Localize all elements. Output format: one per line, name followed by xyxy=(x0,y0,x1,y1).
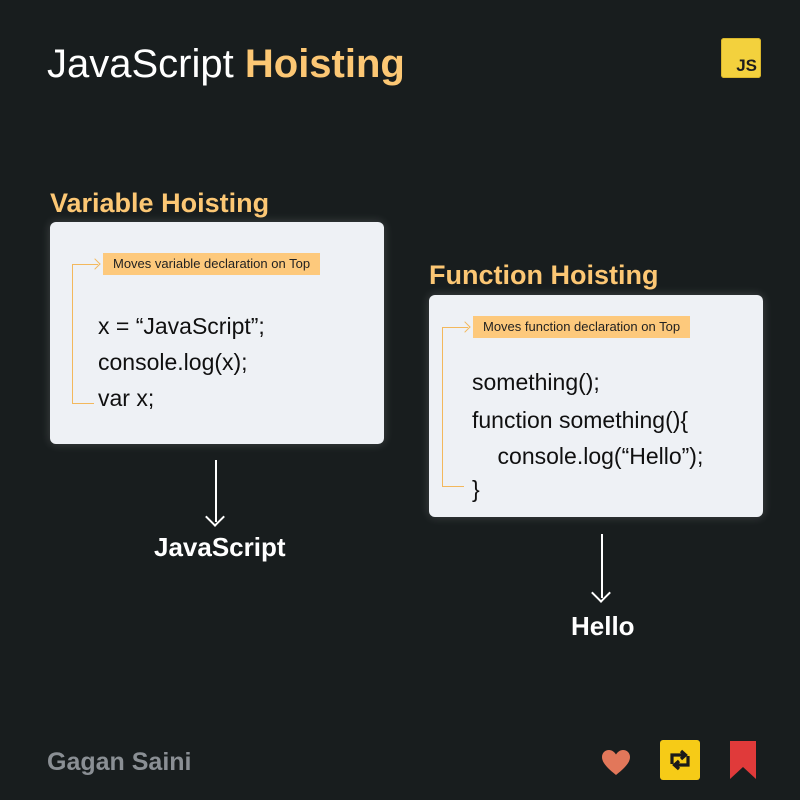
function-hoisting-title: Function Hoisting xyxy=(429,260,659,290)
code-block: x = “JavaScript”; console.log(x); var x; xyxy=(98,308,265,416)
code-line: } xyxy=(472,476,480,502)
variable-hoisting-card: Moves variable declaration on Top x = “J… xyxy=(50,222,384,444)
repost-icon[interactable] xyxy=(660,740,700,780)
function-hoisting-card: Moves function declaration on Top someth… xyxy=(429,295,763,517)
hoist-note-badge: Moves variable declaration on Top xyxy=(103,253,321,275)
author-name: Gagan Saini xyxy=(47,748,192,776)
code-line: x = “JavaScript”; xyxy=(98,313,265,339)
code-line: var x; xyxy=(98,385,155,411)
hoist-bracket-bottom xyxy=(442,486,464,487)
hoist-note-badge: Moves function declaration on Top xyxy=(473,316,691,338)
hoist-bracket-line xyxy=(72,264,73,404)
hoist-arrow-icon xyxy=(459,321,471,333)
variable-hoisting-title: Variable Hoisting xyxy=(50,188,270,218)
hoist-arrow-icon xyxy=(89,258,101,270)
code-line: function something(){ xyxy=(472,407,689,433)
code-line: console.log(“Hello”); xyxy=(472,443,704,469)
code-block: something(); function something(){ consol… xyxy=(472,362,703,504)
variable-output: JavaScript xyxy=(154,532,286,562)
js-logo-text: JS xyxy=(736,56,757,75)
bookmark-icon[interactable] xyxy=(729,740,757,780)
arrow-down-head xyxy=(205,507,225,527)
hoist-bracket-bottom xyxy=(72,403,94,404)
title-plain: JavaScript xyxy=(47,42,234,86)
code-line: console.log(x); xyxy=(98,349,248,375)
arrow-down-head xyxy=(591,583,611,603)
page-title: JavaScript Hoisting xyxy=(47,36,405,92)
function-output: Hello xyxy=(571,611,635,641)
heart-icon[interactable] xyxy=(601,749,631,777)
code-line: something(); xyxy=(472,369,600,395)
js-logo-icon: JS xyxy=(721,38,761,78)
title-highlight: Hoisting xyxy=(244,42,405,86)
hoist-bracket-line xyxy=(442,327,443,487)
